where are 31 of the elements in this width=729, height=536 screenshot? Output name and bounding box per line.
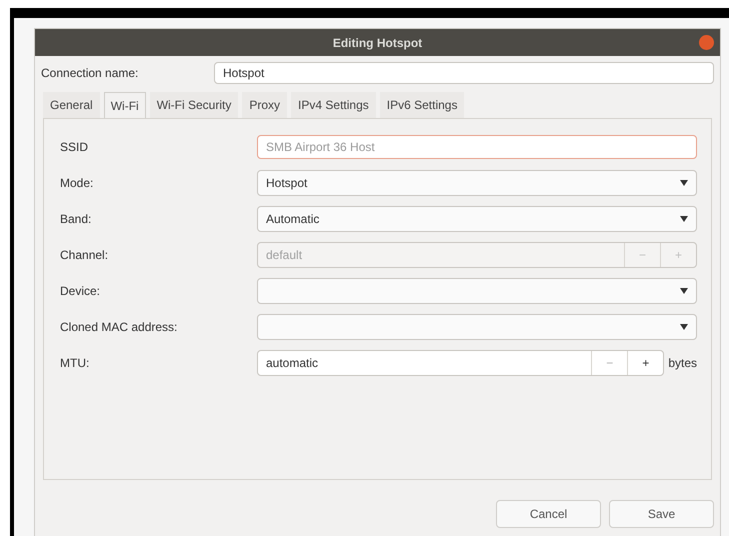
caret-icon	[680, 180, 688, 186]
spin-field[interactable]: automatic − +	[257, 350, 664, 376]
field-label: MTU:	[60, 355, 90, 372]
ssid-field[interactable]: SMB Airport 36 Host	[257, 135, 697, 159]
dropdown[interactable]: Hotspot	[257, 170, 697, 196]
connection-name-field[interactable]: Hotspot	[214, 62, 714, 84]
field-label: Band:	[60, 211, 92, 228]
field-label: Cloned MAC address:	[60, 319, 178, 336]
increment-button[interactable]: +	[627, 351, 664, 375]
dialog-button[interactable]: Cancel	[496, 500, 601, 528]
caret-icon	[680, 324, 688, 330]
tab[interactable]: Wi-Fi Security	[150, 92, 238, 118]
dropdown[interactable]	[257, 278, 697, 304]
dialog-button[interactable]: Save	[609, 500, 714, 528]
connection-name-label: Connection name:	[41, 65, 140, 82]
field-label: Mode:	[60, 175, 94, 192]
dropdown[interactable]	[257, 314, 697, 340]
window-title: Editing Hotspot	[332, 34, 422, 52]
tab[interactable]: General	[43, 92, 100, 118]
field-label: Channel:	[60, 247, 110, 264]
field-label: Device:	[60, 283, 102, 300]
tab[interactable]: Wi-Fi	[104, 92, 146, 118]
tab[interactable]: Proxy	[242, 92, 288, 118]
tab[interactable]: IPv6 Settings	[380, 92, 464, 118]
caret-icon	[680, 216, 688, 222]
dropdown[interactable]: Automatic	[257, 206, 697, 232]
tab[interactable]: IPv4 Settings	[291, 92, 376, 118]
unit-label: bytes	[668, 355, 697, 372]
caret-icon	[680, 288, 688, 294]
field-label: SSID	[60, 139, 90, 156]
close-button[interactable]	[699, 35, 714, 50]
